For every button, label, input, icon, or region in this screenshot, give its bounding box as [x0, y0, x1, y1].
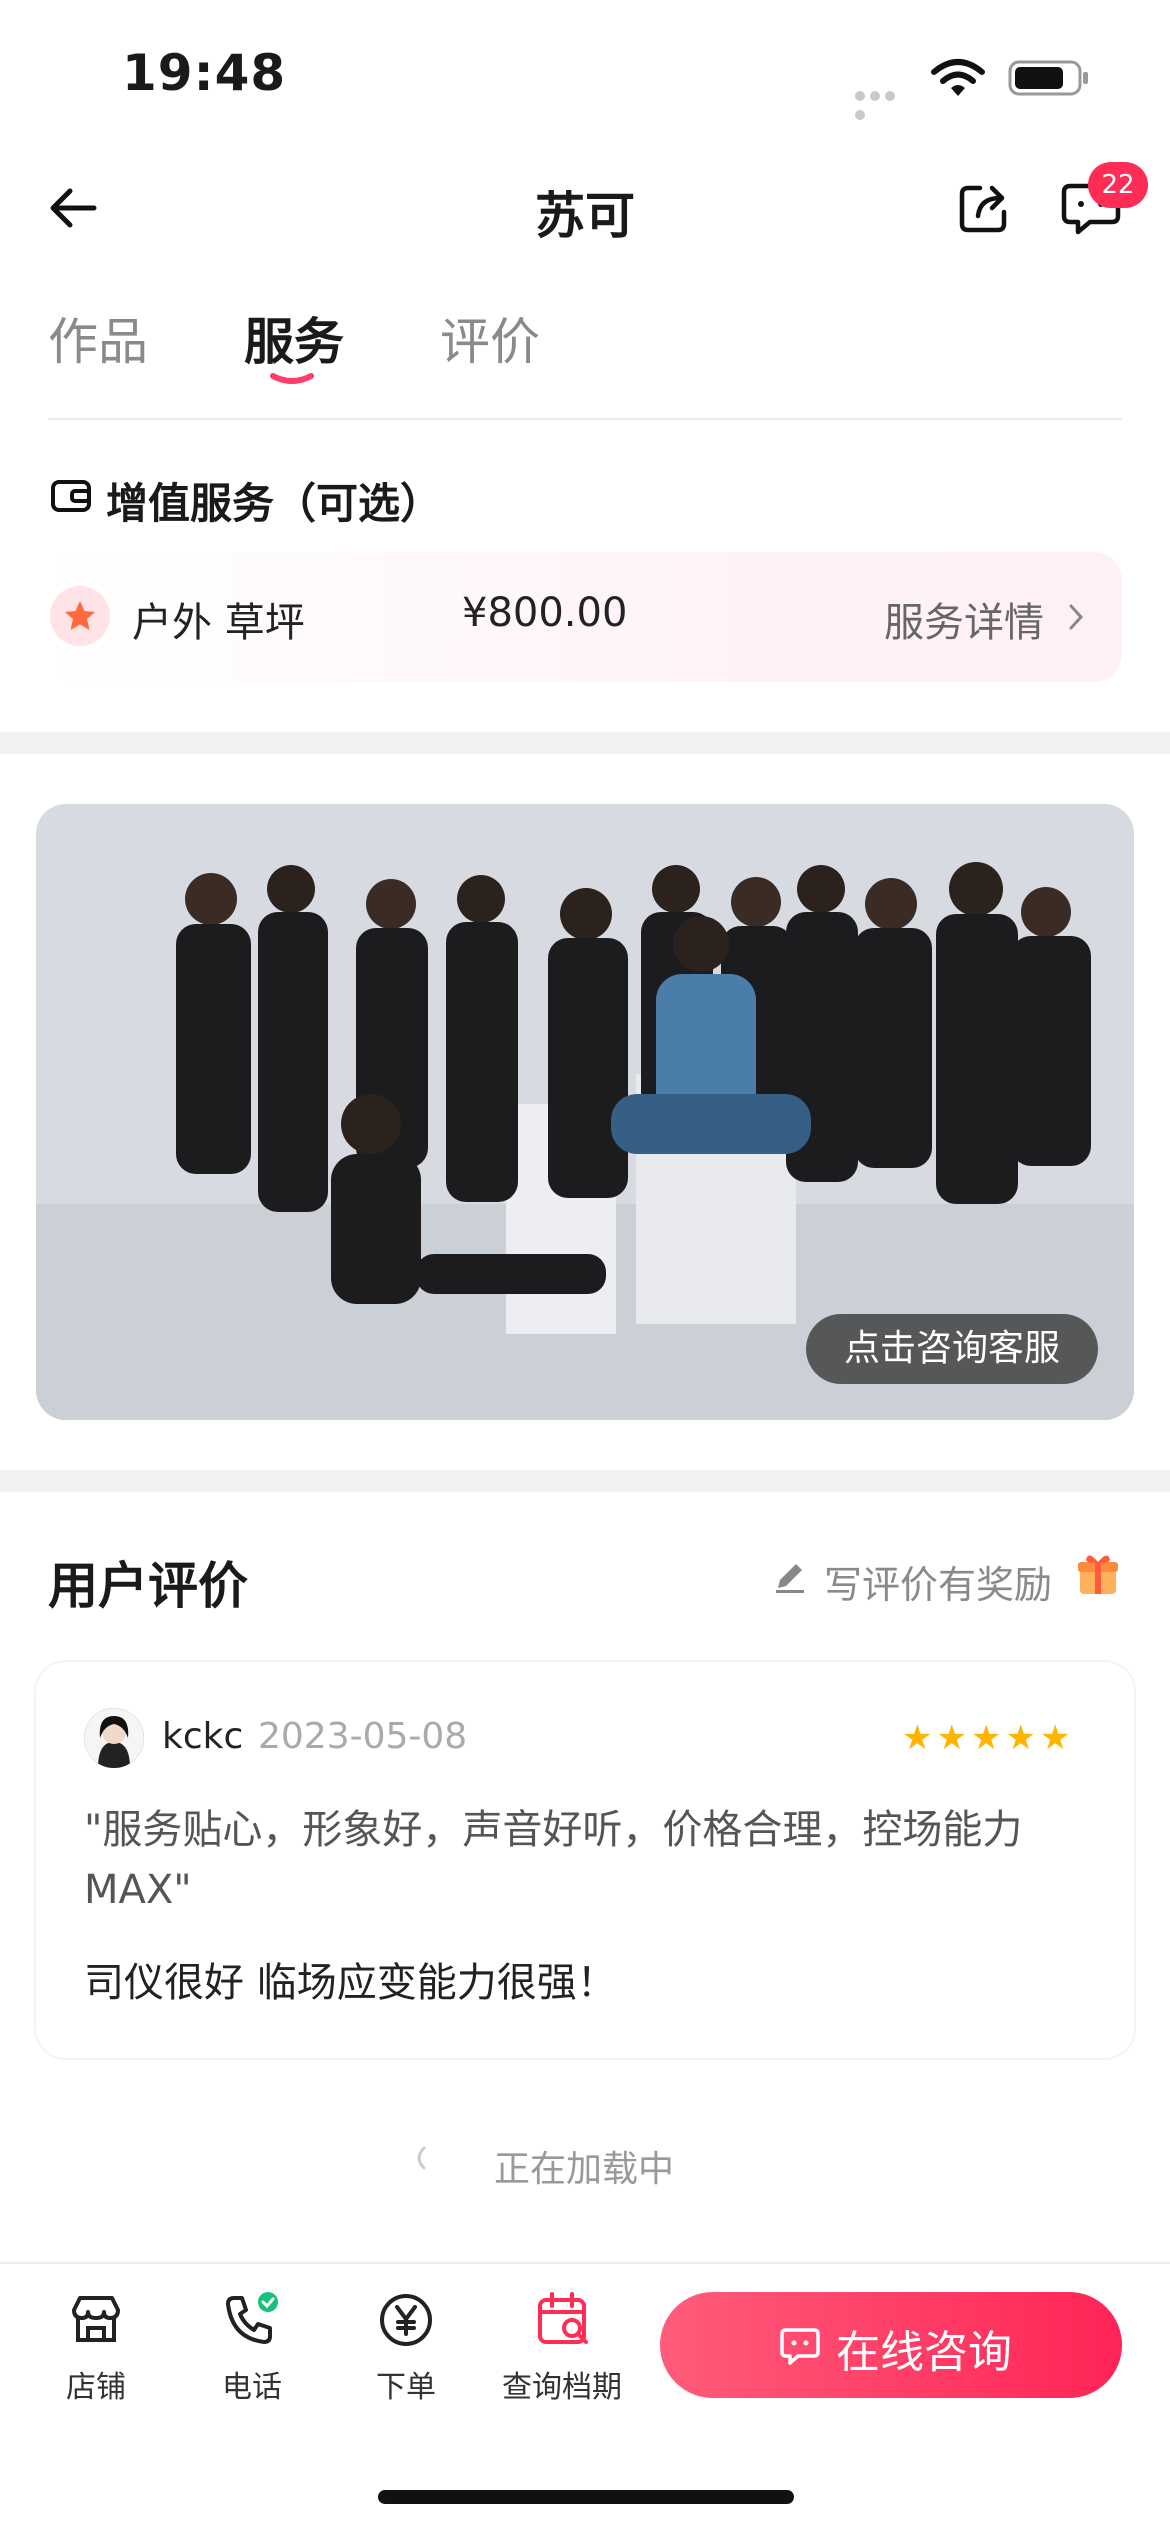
chevron-right-icon [1069, 604, 1084, 630]
schedule-label: 查询档期 [502, 2370, 622, 2405]
service-price: ¥800.00 [462, 590, 628, 636]
star-badge-icon [50, 586, 110, 646]
loading-spinner-icon [417, 2146, 426, 2170]
phone-icon[interactable] [220, 2290, 280, 2350]
tab-reviews[interactable]: 评价 [440, 302, 540, 374]
status-time: 19:48 [122, 44, 287, 102]
star-icon: ★ [1005, 1718, 1036, 1758]
star-icon: ★ [902, 1718, 933, 1758]
chat-icon [780, 2328, 820, 2365]
write-review-link[interactable]: 写评价有奖励 [824, 1554, 1052, 1609]
review-date: 2023-05-08 [258, 1716, 468, 1757]
gift-icon [1078, 1555, 1118, 1594]
tab-services[interactable]: 服务 [244, 302, 344, 374]
tab-works[interactable]: 作品 [48, 302, 148, 374]
store-label: 店铺 [66, 2370, 126, 2405]
rating-stars: ★ ★ ★ ★ ★ [898, 1718, 1070, 1758]
active-tab-indicator [270, 373, 314, 384]
bottom-bar-divider [0, 2262, 1170, 2264]
avatar[interactable] [84, 1708, 144, 1768]
message-count-badge: 22 [1088, 162, 1148, 208]
battery-icon [1008, 60, 1088, 96]
review-username: kckc [162, 1716, 244, 1757]
service-name: 户外 草坪 [132, 600, 305, 646]
service-detail-link[interactable]: 服务详情 [884, 590, 1044, 648]
pen-icon [776, 1564, 804, 1593]
consult-service-button[interactable]: 点击咨询客服 [806, 1314, 1098, 1384]
cellular-signal-icon [855, 86, 913, 120]
phone-label: 电话 [222, 2370, 282, 2405]
order-label: 下单 [376, 2370, 436, 2405]
share-icon[interactable] [954, 178, 1014, 238]
star-icon: ★ [1039, 1718, 1071, 1758]
calendar-search-icon[interactable] [534, 2290, 594, 2350]
tabs-divider [48, 418, 1122, 420]
star-icon: ★ [936, 1718, 967, 1758]
wallet-icon [51, 480, 91, 512]
wifi-icon [931, 59, 985, 96]
star-icon: ★ [970, 1718, 1002, 1758]
yen-icon[interactable] [376, 2290, 436, 2350]
review-text: 司仪很好 临场应变能力很强！ [84, 1960, 617, 2006]
section-divider [0, 732, 1170, 754]
section-divider [0, 1470, 1170, 1492]
home-indicator [378, 2490, 794, 2504]
value-services-title: 增值服务（可选） [106, 479, 443, 528]
reviews-title: 用户评价 [48, 1557, 248, 1615]
loading-text: 正在加载中 [494, 2149, 675, 2190]
review-tags: "服务贴心，形象好，声音好听，价格合理，控场能力MAX" [84, 1807, 1023, 1913]
online-consult-button[interactable]: 在线咨询 [660, 2292, 1122, 2398]
store-icon[interactable] [66, 2290, 126, 2350]
online-consult-label: 在线咨询 [836, 2327, 1012, 2378]
